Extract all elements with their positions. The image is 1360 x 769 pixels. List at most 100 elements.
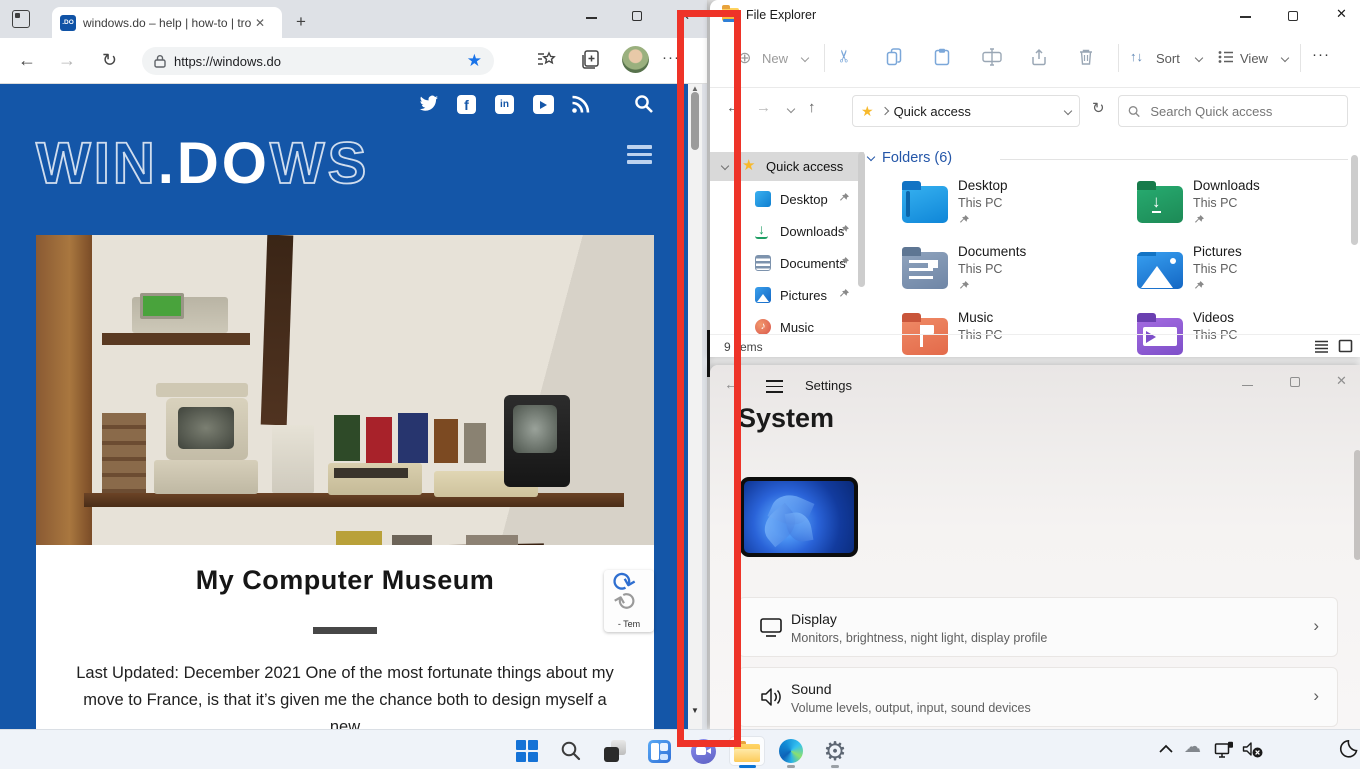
twitter-icon[interactable]: [419, 95, 439, 113]
details-view-icon[interactable]: [1314, 339, 1329, 353]
task-view-button[interactable]: [597, 736, 633, 766]
item-count: 9 items: [724, 340, 763, 354]
edge-minimize-button[interactable]: [586, 10, 597, 24]
onedrive-tray-icon[interactable]: ☁: [1184, 737, 1201, 757]
sort-button[interactable]: Sort: [1156, 51, 1180, 66]
sidebar-item-documents[interactable]: Documents: [714, 249, 862, 278]
taskbar-search-button[interactable]: [553, 736, 589, 766]
chevron-right-icon: ›: [1313, 616, 1319, 636]
rename-icon[interactable]: [982, 48, 1002, 66]
folder-tile-desktop[interactable]: Desktop This PC: [902, 178, 1132, 240]
sidebar-item-desktop[interactable]: Desktop: [714, 185, 862, 214]
widgets-button[interactable]: [641, 736, 677, 766]
view-button[interactable]: View: [1240, 51, 1268, 66]
group-collapse-chevron-icon[interactable]: [867, 153, 875, 161]
pictures-mountain: [757, 294, 769, 302]
focus-assist-moon-icon[interactable]: [1338, 739, 1358, 759]
volume-muted-tray-icon[interactable]: [1242, 741, 1264, 759]
sidebar-item-downloads[interactable]: ↓ Downloads: [714, 217, 862, 246]
tray-chevron-up-icon[interactable]: [1158, 744, 1174, 754]
edge-scrollbar[interactable]: ▲ ▼: [688, 84, 702, 730]
fe-search-input[interactable]: [1148, 103, 1338, 120]
site-logo[interactable]: WIN.DOWS: [36, 130, 369, 197]
tab-actions-menu-icon[interactable]: [12, 10, 30, 28]
settings-taskbar-button[interactable]: ⚙: [817, 736, 853, 766]
breadcrumb-bar[interactable]: ★ Quick access: [852, 95, 1080, 127]
address-bar[interactable]: https://windows.do ★: [142, 47, 494, 75]
documents-folder-icon: [902, 252, 948, 289]
page-float-icon[interactable]: ⟳ ⟳ - Tem: [604, 570, 654, 632]
cut-icon[interactable]: ✂: [835, 49, 855, 63]
edge-restore-button[interactable]: [632, 10, 642, 24]
group-rule: [1000, 159, 1348, 160]
favorite-star-icon[interactable]: ★: [467, 51, 482, 71]
linkedin-icon[interactable]: in: [495, 95, 514, 114]
qa-expand-chevron-icon[interactable]: [721, 162, 729, 170]
fe-close-button[interactable]: ✕: [1336, 6, 1347, 22]
edge-scrollbar-thumb[interactable]: [691, 92, 699, 150]
fe-refresh-icon[interactable]: ↻: [1092, 99, 1105, 117]
photo-shelf-item-2: [392, 535, 432, 545]
tab-close-icon[interactable]: ✕: [255, 16, 265, 30]
settings-maximize-button[interactable]: [1290, 375, 1300, 390]
folder-location: This PC: [958, 196, 1002, 210]
fe-up-icon[interactable]: ↑: [808, 99, 816, 116]
sidebar-scrollbar[interactable]: [858, 152, 865, 287]
site-menu-icon[interactable]: [627, 141, 652, 168]
facebook-icon[interactable]: f: [457, 95, 476, 114]
new-button[interactable]: New: [762, 51, 788, 66]
folder-tile-documents[interactable]: Documents This PC: [902, 244, 1132, 306]
linkedin-in: in: [500, 99, 509, 110]
chat-button[interactable]: [685, 736, 721, 766]
fe-main-scrollbar[interactable]: [1351, 155, 1358, 245]
file-explorer-taskbar-button[interactable]: [729, 736, 765, 766]
delete-icon[interactable]: [1078, 48, 1094, 66]
browser-tab[interactable]: .DO windows.do – help | how-to | tro ✕: [52, 7, 282, 38]
settings-back-icon[interactable]: ←: [724, 376, 739, 393]
new-icon[interactable]: ⊕: [738, 48, 751, 68]
folder-tile-downloads[interactable]: ↓ Downloads This PC: [1137, 178, 1360, 240]
profile-avatar[interactable]: [622, 46, 649, 73]
back-icon[interactable]: ←: [18, 50, 36, 70]
chat-icon: [691, 739, 716, 764]
scroll-down-icon[interactable]: ▼: [691, 706, 699, 715]
large-icons-view-icon[interactable]: [1338, 339, 1353, 353]
fe-search-box[interactable]: [1118, 95, 1348, 127]
settings-close-button[interactable]: ✕: [1336, 373, 1347, 389]
fe-maximize-button[interactable]: [1288, 8, 1298, 26]
forward-icon[interactable]: →: [58, 50, 76, 70]
rss-icon[interactable]: [571, 95, 590, 114]
refresh-icon[interactable]: ↻: [102, 50, 117, 70]
new-tab-button[interactable]: +: [296, 12, 306, 32]
address-dropdown-icon[interactable]: [1064, 107, 1072, 115]
folders-group-header[interactable]: Folders (6): [868, 150, 952, 166]
favorites-hub-icon[interactable]: [536, 50, 558, 70]
display-settings-row[interactable]: Display Monitors, brightness, night ligh…: [738, 597, 1338, 657]
fe-more-icon[interactable]: ···: [1312, 46, 1330, 63]
sound-settings-row[interactable]: Sound Volume levels, output, input, soun…: [738, 667, 1338, 727]
folder-tile-pictures[interactable]: Pictures This PC: [1137, 244, 1360, 306]
copy-icon[interactable]: [886, 48, 902, 66]
fe-history-chevron-icon[interactable]: [787, 105, 795, 113]
breadcrumb-location[interactable]: Quick access: [894, 104, 1065, 119]
start-button[interactable]: [509, 736, 545, 766]
fe-back-icon[interactable]: ←: [726, 99, 741, 116]
paste-icon[interactable]: [934, 48, 950, 66]
settings-title: Settings: [805, 378, 852, 393]
edge-close-button[interactable]: ✕: [680, 9, 690, 23]
youtube-icon[interactable]: [533, 95, 554, 114]
edge-taskbar-button[interactable]: [773, 736, 809, 766]
fe-forward-icon[interactable]: →: [756, 99, 771, 116]
sidebar-item-pictures[interactable]: Pictures: [714, 281, 862, 310]
settings-menu-icon[interactable]: [766, 377, 783, 396]
network-tray-icon[interactable]: [1214, 741, 1234, 759]
more-menu-icon[interactable]: ···: [662, 49, 680, 66]
collections-icon[interactable]: [580, 49, 600, 70]
settings-minimize-button[interactable]: [1242, 377, 1253, 392]
fe-minimize-button[interactable]: [1240, 8, 1251, 26]
sidebar-item-quick-access[interactable]: ★ Quick access: [710, 152, 864, 181]
share-icon[interactable]: [1030, 48, 1048, 66]
settings-scrollbar[interactable]: [1354, 450, 1360, 560]
edge-toolbar: ← → ↻ https://windows.do ★ ···: [0, 38, 707, 84]
site-search-icon[interactable]: [634, 94, 654, 114]
